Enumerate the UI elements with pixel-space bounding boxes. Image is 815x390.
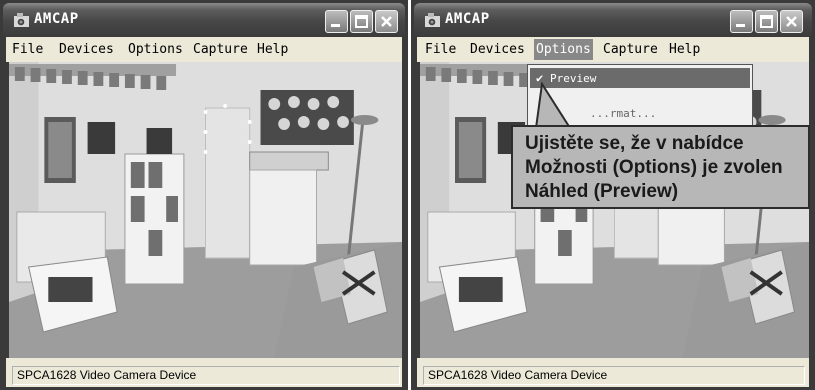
menu-devices[interactable]: Devices	[470, 42, 525, 57]
amcap-window-left: AMCAP File Devices Options Capture Help …	[0, 0, 408, 390]
maximize-icon	[760, 15, 773, 28]
menu-bar: File Devices Options Capture Help	[6, 37, 402, 62]
menu-file[interactable]: File	[425, 42, 456, 57]
camera-app-icon	[425, 13, 440, 27]
title-bar[interactable]: AMCAP	[3, 3, 405, 36]
minimize-icon	[331, 24, 340, 27]
menu-file[interactable]: File	[12, 42, 43, 57]
maximize-button[interactable]	[350, 10, 373, 33]
minimize-button[interactable]	[730, 10, 753, 33]
menu-bar: File Devices Options Capture Help	[417, 37, 809, 62]
callout-line-3: Náhled (Preview)	[525, 181, 679, 202]
menu-item-label: ...rmat...	[590, 107, 657, 120]
callout-line-1: Ujistěte se, že v nabídce	[525, 133, 744, 154]
callout-line-2: Možnosti (Options) je zvolen	[525, 157, 783, 178]
menu-capture[interactable]: Capture	[603, 42, 658, 57]
menu-options[interactable]: Options	[128, 42, 183, 57]
camera-app-icon	[14, 13, 29, 27]
menu-help[interactable]: Help	[257, 42, 288, 57]
video-preview	[9, 62, 402, 358]
title-bar[interactable]: AMCAP	[414, 3, 812, 36]
close-icon	[381, 16, 392, 27]
maximize-button[interactable]	[755, 10, 778, 33]
window-title: AMCAP	[445, 11, 490, 27]
minimize-icon	[736, 24, 745, 27]
close-icon	[786, 16, 797, 27]
status-bar: SPCA1628 Video Camera Device	[6, 358, 402, 387]
close-button[interactable]	[780, 10, 803, 33]
menu-capture[interactable]: Capture	[193, 42, 248, 57]
menu-devices[interactable]: Devices	[59, 42, 114, 57]
instruction-callout: Ujistěte se, že v nabídce Možnosti (Opti…	[511, 125, 810, 209]
menu-options[interactable]: Options	[534, 39, 593, 60]
camera-preview-image	[9, 62, 402, 358]
status-bar: SPCA1628 Video Camera Device	[417, 358, 809, 387]
window-title: AMCAP	[34, 11, 79, 27]
status-device-name: SPCA1628 Video Camera Device	[423, 366, 805, 385]
maximize-icon	[355, 15, 368, 28]
menu-help[interactable]: Help	[669, 42, 700, 57]
close-button[interactable]	[375, 10, 398, 33]
minimize-button[interactable]	[325, 10, 348, 33]
status-device-name: SPCA1628 Video Camera Device	[12, 366, 400, 385]
